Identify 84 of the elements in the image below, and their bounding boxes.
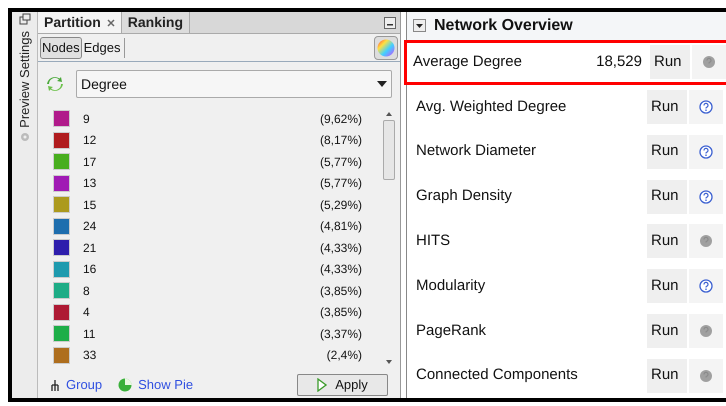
color-swatch[interactable] bbox=[53, 153, 70, 170]
run-button[interactable]: Run bbox=[650, 45, 690, 80]
partition-share: (3,85%) bbox=[320, 304, 362, 322]
help-icon[interactable] bbox=[699, 190, 713, 204]
partition-label: 17 bbox=[83, 154, 98, 171]
run-button[interactable]: Run bbox=[647, 90, 687, 124]
play-icon bbox=[317, 378, 328, 392]
run-button[interactable]: Run bbox=[647, 269, 687, 304]
partition-label: 21 bbox=[83, 240, 98, 257]
partition-label: 33 bbox=[83, 347, 98, 364]
statistic-name: Avg. Weighted Degree bbox=[416, 96, 568, 117]
close-icon[interactable] bbox=[106, 18, 115, 26]
partition-share: (3,37%) bbox=[320, 326, 362, 343]
partition-label: 11 bbox=[83, 326, 96, 343]
run-button[interactable]: Run bbox=[647, 358, 687, 393]
partition-dropdown[interactable]: Degree bbox=[76, 70, 392, 98]
partition-label: 4 bbox=[83, 304, 91, 322]
statistic-name: Graph Density bbox=[416, 186, 513, 206]
color-swatch[interactable] bbox=[53, 282, 70, 300]
scroll-thumb[interactable] bbox=[383, 120, 395, 180]
collapse-icon[interactable] bbox=[413, 19, 426, 32]
color-swatch[interactable] bbox=[53, 346, 70, 364]
window-restore-icon[interactable] bbox=[18, 13, 30, 25]
statistic-name: HITS bbox=[416, 231, 452, 252]
group-link[interactable]: Group bbox=[66, 375, 102, 395]
color-swatch[interactable] bbox=[53, 239, 70, 256]
color-swatch[interactable] bbox=[53, 325, 70, 342]
color-swatch[interactable] bbox=[53, 174, 70, 192]
color-swatch[interactable] bbox=[53, 196, 70, 214]
partition-label: 13 bbox=[83, 175, 98, 192]
side-tab[interactable]: Preview Settings bbox=[14, 31, 34, 128]
partition-share: (4,33%) bbox=[320, 240, 362, 257]
show-pie-link[interactable]: Show Pie bbox=[138, 375, 194, 395]
partition-share: (5,29%) bbox=[320, 196, 362, 214]
statistic-name: Modularity bbox=[416, 276, 486, 296]
partition-share: (9,62%) bbox=[320, 110, 362, 128]
refresh-icon[interactable] bbox=[46, 75, 64, 93]
help-icon[interactable] bbox=[699, 324, 713, 338]
partition-share: (4,33%) bbox=[320, 261, 362, 278]
statistic-name: PageRank bbox=[416, 320, 488, 341]
partition-share: (3,85%) bbox=[320, 282, 362, 300]
partition-label: 15 bbox=[83, 196, 98, 214]
partition-share: (8,17%) bbox=[320, 132, 362, 150]
section-title: Network Overview bbox=[434, 16, 573, 36]
help-icon[interactable] bbox=[699, 100, 713, 114]
partition-label: 12 bbox=[83, 132, 98, 150]
mode-toggle[interactable]: Edges bbox=[82, 36, 122, 58]
panel-tab[interactable]: Partition bbox=[38, 12, 122, 33]
help-icon[interactable] bbox=[702, 55, 716, 70]
color-swatch[interactable] bbox=[53, 218, 70, 235]
apply-button[interactable]: Apply bbox=[297, 374, 388, 396]
color-wheel-icon bbox=[377, 38, 395, 56]
statistic-name: Average Degree bbox=[413, 52, 523, 72]
color-swatch[interactable] bbox=[53, 260, 70, 278]
minimize-icon[interactable] bbox=[384, 16, 396, 28]
help-icon[interactable] bbox=[699, 234, 713, 248]
palette-button[interactable] bbox=[374, 36, 398, 60]
run-button[interactable]: Run bbox=[647, 180, 687, 214]
partition-label: 24 bbox=[83, 218, 98, 236]
partition-label: 8 bbox=[83, 282, 91, 300]
dropdown-caret-icon bbox=[377, 81, 387, 87]
statistic-result: 18,529 bbox=[596, 52, 642, 72]
help-icon[interactable] bbox=[699, 144, 713, 159]
tree-icon bbox=[50, 378, 60, 392]
panel-tab[interactable]: Ranking bbox=[122, 12, 190, 33]
run-button[interactable]: Run bbox=[647, 134, 687, 169]
partition-share: (4,81%) bbox=[320, 218, 362, 236]
run-button[interactable]: Run bbox=[647, 314, 687, 348]
statistic-name: Network Diameter bbox=[416, 141, 538, 162]
run-button[interactable]: Run bbox=[647, 224, 687, 258]
help-icon[interactable] bbox=[699, 368, 713, 383]
help-icon[interactable] bbox=[699, 279, 713, 294]
gear-icon bbox=[20, 132, 30, 142]
color-swatch[interactable] bbox=[53, 110, 70, 128]
color-swatch[interactable] bbox=[53, 304, 70, 321]
mode-toggle[interactable]: Nodes bbox=[40, 36, 82, 58]
partition-share: (2,4%) bbox=[326, 347, 362, 364]
partition-share: (5,77%) bbox=[320, 154, 362, 171]
partition-label: 9 bbox=[83, 110, 91, 128]
partition-share: (5,77%) bbox=[320, 175, 362, 192]
statistic-name: Connected Components bbox=[416, 365, 579, 386]
pie-icon bbox=[118, 378, 132, 392]
color-swatch[interactable] bbox=[53, 132, 70, 149]
partition-label: 16 bbox=[83, 261, 98, 278]
